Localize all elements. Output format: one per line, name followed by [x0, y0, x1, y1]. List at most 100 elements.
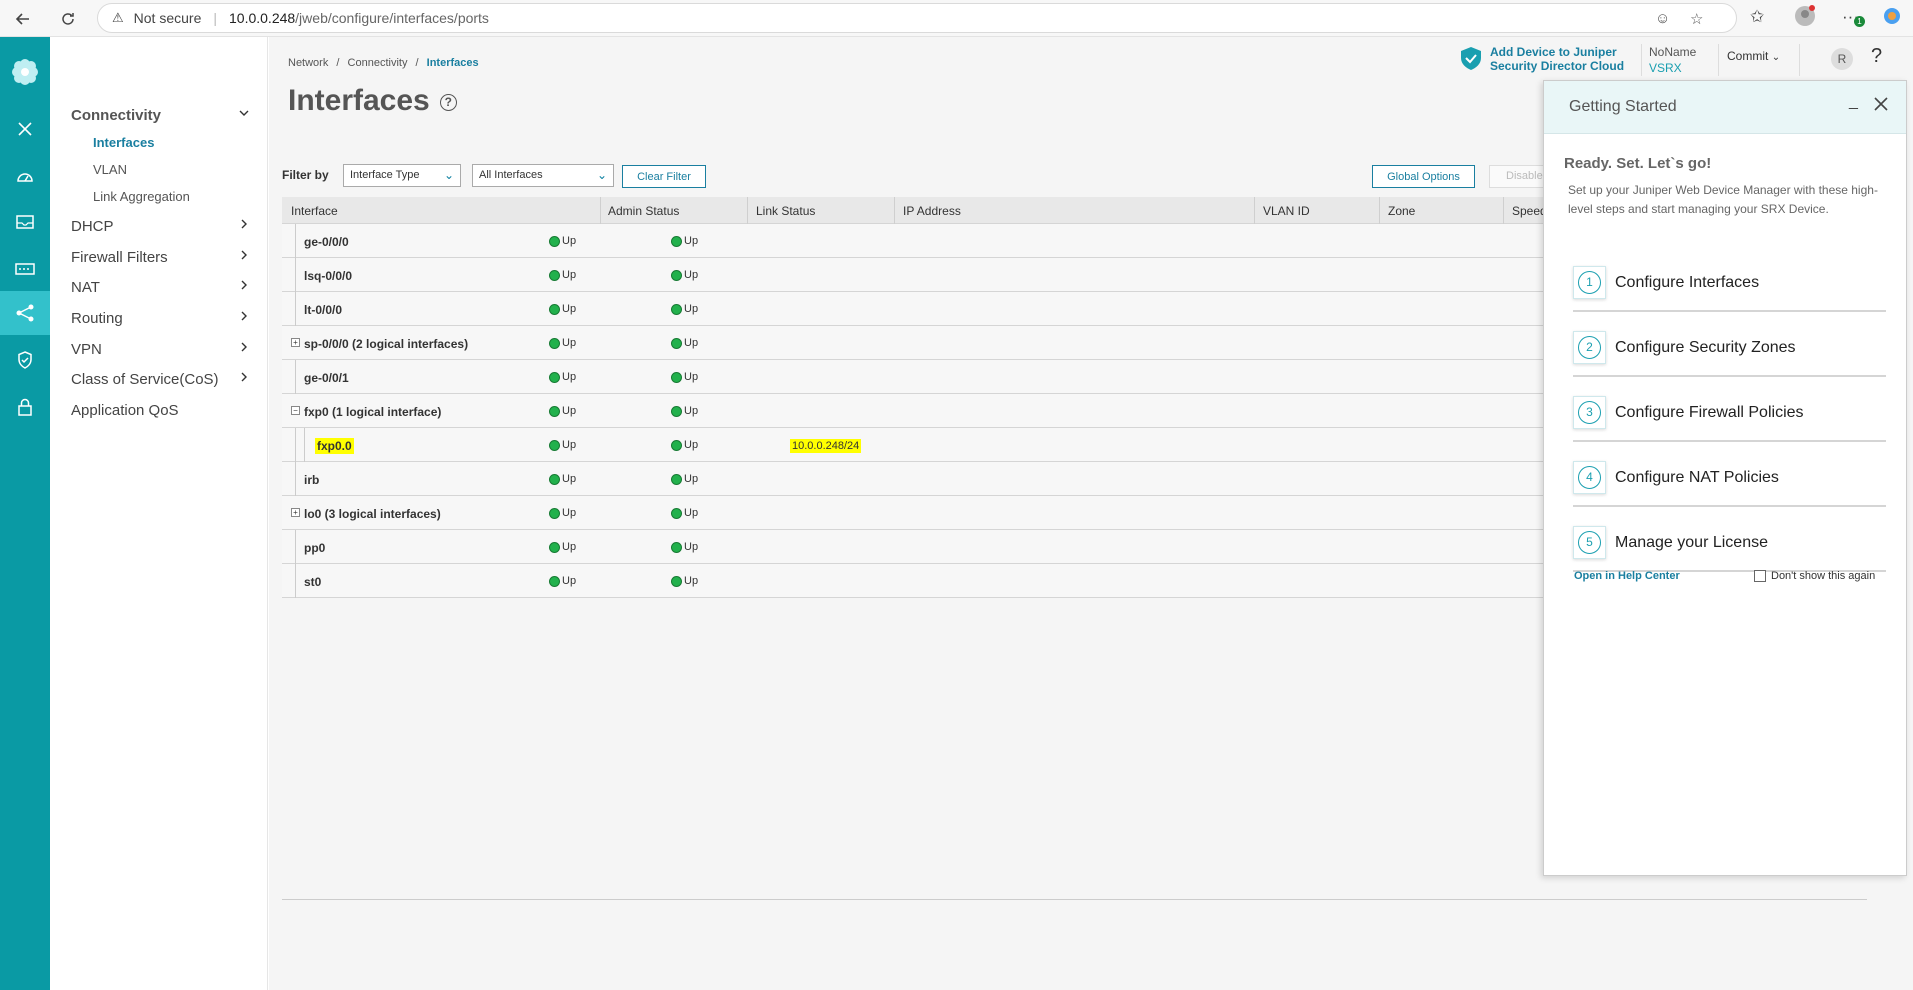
nav-item-vlan[interactable]: VLAN: [93, 162, 127, 177]
nav-dhcp[interactable]: DHCP: [71, 218, 114, 235]
interface-name[interactable]: st0: [304, 575, 321, 589]
col-speed[interactable]: Speed: [1512, 204, 1547, 218]
chevron-right-icon[interactable]: [238, 279, 250, 294]
table-row[interactable]: st0 Up Up: [282, 564, 1582, 598]
interface-scope-select[interactable]: All Interfaces ⌄: [472, 164, 614, 187]
commit-menu[interactable]: Commit ⌄: [1727, 49, 1780, 63]
help-circle-icon[interactable]: ?: [439, 93, 457, 111]
interface-name[interactable]: ge-0/0/1: [304, 371, 349, 385]
interface-type-select[interactable]: Interface Type ⌄: [343, 164, 461, 187]
favorite-star-icon[interactable]: ☆: [1690, 10, 1703, 28]
close-menu-icon[interactable]: [0, 107, 50, 151]
help-icon[interactable]: ?: [1871, 45, 1882, 68]
nav-application-qos[interactable]: Application QoS: [71, 402, 179, 419]
col-link-status[interactable]: Link Status: [756, 204, 815, 218]
monitor-icon[interactable]: [0, 200, 50, 244]
collapse-icon[interactable]: −: [291, 406, 300, 415]
minimize-icon[interactable]: _: [1849, 93, 1858, 111]
interface-name[interactable]: pp0: [304, 541, 325, 555]
dashboard-icon[interactable]: [0, 154, 50, 198]
step-label[interactable]: Configure Firewall Policies: [1615, 404, 1804, 422]
nav-class-of-service[interactable]: Class of Service(CoS): [71, 371, 219, 388]
disable-button[interactable]: Disable: [1489, 165, 1549, 188]
table-row[interactable]: ge-0/0/0 Up Up: [282, 224, 1582, 258]
table-row[interactable]: + sp-0/0/0 (2 logical interfaces) Up Up: [282, 326, 1582, 360]
chevron-right-icon[interactable]: [238, 341, 250, 356]
close-icon[interactable]: [1874, 95, 1888, 116]
table-row[interactable]: fxp0.0 Up Up 10.0.0.248/24: [282, 428, 1582, 462]
getting-started-step[interactable]: 5 Manage your License: [1573, 507, 1886, 572]
step-label[interactable]: Configure Interfaces: [1615, 274, 1759, 292]
breadcrumb-network[interactable]: Network: [288, 57, 328, 69]
table-row[interactable]: ge-0/0/1 Up Up: [282, 360, 1582, 394]
col-vlan-id[interactable]: VLAN ID: [1263, 204, 1310, 218]
clear-filter-button[interactable]: Clear Filter: [622, 165, 706, 188]
step-label[interactable]: Manage your License: [1615, 534, 1768, 552]
reload-icon[interactable]: [55, 6, 81, 32]
interface-name[interactable]: lt-0/0/0: [304, 303, 342, 317]
table-row[interactable]: + lo0 (3 logical interfaces) Up Up: [282, 496, 1582, 530]
getting-started-step[interactable]: 1 Configure Interfaces: [1573, 247, 1886, 312]
nav-nat[interactable]: NAT: [71, 279, 100, 296]
table-row[interactable]: lsq-0/0/0 Up Up: [282, 258, 1582, 292]
copilot-icon[interactable]: [1882, 6, 1902, 31]
chevron-right-icon[interactable]: [238, 249, 250, 264]
getting-started-step[interactable]: 2 Configure Security Zones: [1573, 312, 1886, 377]
getting-started-step[interactable]: 3 Configure Firewall Policies: [1573, 377, 1886, 442]
help-center-link[interactable]: Open in Help Center: [1574, 570, 1680, 582]
security-shield-icon[interactable]: [0, 338, 50, 382]
commit-label: Commit: [1727, 49, 1769, 63]
user-avatar[interactable]: R: [1831, 48, 1853, 70]
chevron-right-icon[interactable]: [238, 310, 250, 325]
interface-name[interactable]: fxp0.0: [315, 438, 354, 454]
back-icon[interactable]: [10, 6, 36, 32]
address-separator: |: [213, 10, 217, 26]
interface-name[interactable]: ge-0/0/0: [304, 235, 349, 249]
admin-status: Up: [562, 337, 577, 349]
network-icon[interactable]: [0, 291, 50, 335]
dont-show-checkbox[interactable]: Don't show this again: [1754, 570, 1875, 582]
chevron-right-icon[interactable]: [238, 371, 250, 386]
lock-icon[interactable]: [0, 385, 50, 429]
nav-routing[interactable]: Routing: [71, 310, 123, 327]
chevron-right-icon[interactable]: [238, 218, 250, 233]
reader-icon[interactable]: ☺: [1655, 10, 1670, 27]
step-label[interactable]: Configure NAT Policies: [1615, 469, 1779, 487]
checkbox-icon[interactable]: [1754, 570, 1766, 582]
interface-name[interactable]: irb: [304, 473, 319, 487]
chevron-down-icon[interactable]: [238, 107, 250, 122]
interface-name[interactable]: sp-0/0/0 (2 logical interfaces): [304, 337, 468, 351]
col-ip-address[interactable]: IP Address: [903, 204, 961, 218]
global-options-button[interactable]: Global Options: [1372, 165, 1475, 188]
favorites-icon[interactable]: ✩: [1750, 7, 1764, 27]
nav-vpn[interactable]: VPN: [71, 341, 102, 358]
table-row[interactable]: pp0 Up Up: [282, 530, 1582, 564]
address-bar[interactable]: ⚠ Not secure | 10.0.0.248/jweb/configure…: [97, 3, 1737, 33]
interface-name[interactable]: lo0 (3 logical interfaces): [304, 507, 441, 521]
col-interface[interactable]: Interface: [291, 204, 338, 218]
nav-connectivity[interactable]: Connectivity: [71, 107, 161, 124]
expand-icon[interactable]: +: [291, 508, 300, 517]
expand-icon[interactable]: +: [291, 338, 300, 347]
getting-started-step[interactable]: 4 Configure NAT Policies: [1573, 442, 1886, 507]
nav-firewall-filters[interactable]: Firewall Filters: [71, 249, 168, 266]
nav-item-link-aggregation[interactable]: Link Aggregation: [93, 189, 190, 204]
nav-item-interfaces[interactable]: Interfaces: [93, 135, 154, 150]
col-admin-status[interactable]: Admin Status: [608, 204, 679, 218]
table-row[interactable]: lt-0/0/0 Up Up: [282, 292, 1582, 326]
status-up-icon: [549, 303, 560, 315]
interface-name[interactable]: lsq-0/0/0: [304, 269, 352, 283]
table-row[interactable]: − fxp0 (1 logical interface) Up Up: [282, 394, 1582, 428]
step-label[interactable]: Configure Security Zones: [1615, 339, 1796, 357]
juniper-logo-icon[interactable]: [0, 47, 50, 97]
add-to-cloud-link[interactable]: Add Device to Juniper Security Director C…: [1458, 45, 1624, 73]
step-number-badge: 4: [1573, 461, 1606, 494]
status-up-icon: [549, 235, 560, 247]
device-icon[interactable]: [0, 247, 50, 291]
profile-icon[interactable]: [1794, 5, 1816, 32]
col-zone[interactable]: Zone: [1388, 204, 1415, 218]
admin-status: Up: [562, 473, 577, 485]
breadcrumb-connectivity[interactable]: Connectivity: [348, 57, 408, 69]
table-row[interactable]: irb Up Up: [282, 462, 1582, 496]
interface-name[interactable]: fxp0 (1 logical interface): [304, 405, 441, 419]
